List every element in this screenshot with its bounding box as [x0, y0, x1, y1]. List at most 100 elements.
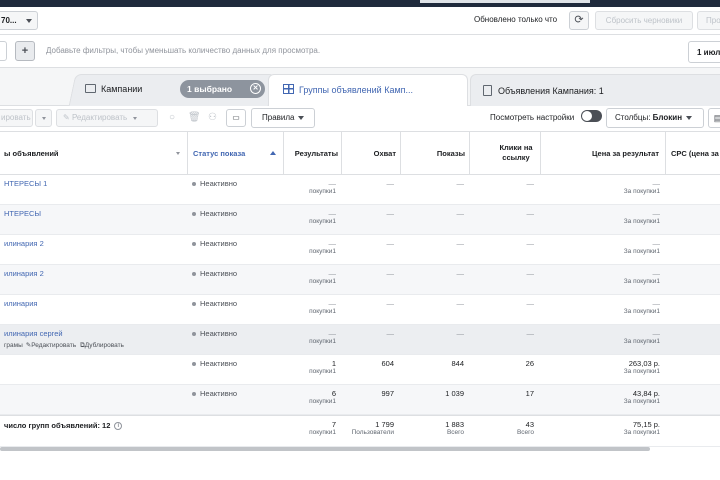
totals-reach-value: 1 799: [375, 420, 394, 429]
results-sub: покупки1: [309, 248, 336, 255]
results-value: —: [328, 299, 337, 308]
impressions-cell: —: [456, 209, 465, 218]
header-link-clicks[interactable]: Клики на ссылку: [496, 131, 536, 175]
results-cell: — покупки1: [284, 239, 336, 255]
cpr-value: 43,84 р.: [632, 389, 660, 398]
results-value: —: [328, 269, 337, 278]
chevron-down-icon: [686, 115, 693, 120]
status-cell: Неактивно: [192, 269, 237, 278]
results-value: 1: [331, 359, 336, 368]
view-settings-toggle[interactable]: [581, 110, 602, 122]
account-selector[interactable]: 70...: [0, 11, 38, 30]
status-cell: Неактивно: [192, 359, 237, 368]
cost-per-result-cell: — За покупки1: [541, 239, 660, 255]
breakdown-icon: ▤: [713, 113, 720, 123]
audience-icon[interactable]: ⚇: [208, 112, 217, 123]
cpr-value: —: [652, 269, 661, 278]
status-text: Неактивно: [200, 359, 238, 368]
results-sub: покупки1: [309, 218, 336, 225]
search-box[interactable]: [0, 41, 7, 61]
preview-icon: ▭: [232, 113, 240, 122]
create-dropdown-button[interactable]: [35, 109, 52, 127]
status-text: Неактивно: [200, 299, 238, 308]
columns-prefix: Столбцы:: [615, 113, 651, 122]
adset-name-link[interactable]: илинария: [4, 299, 38, 308]
clicks-cell: —: [526, 269, 535, 278]
columns-dropdown[interactable]: Столбцы: Блокин: [606, 108, 704, 128]
discard-drafts-button[interactable]: Сбросить черновики: [595, 11, 693, 30]
status-text: Неактивно: [200, 179, 238, 188]
preview-button[interactable]: ▭: [226, 109, 246, 127]
header-name-text: ы объявлений: [4, 148, 59, 158]
adset-name-link[interactable]: НТЕРЕСЫ 1: [4, 179, 47, 188]
view-settings-label: Посмотреть настройки: [490, 113, 575, 122]
filter-placeholder[interactable]: Добавьте фильтры, чтобы уменьшать количе…: [46, 46, 320, 55]
cpr-value: —: [652, 329, 661, 338]
cpr-sub: За покупки1: [623, 308, 660, 315]
edit-link[interactable]: Редактировать: [31, 342, 76, 349]
header-cost-per-result[interactable]: Цена за результат: [542, 131, 659, 175]
impressions-cell: —: [456, 299, 465, 308]
header-cpc[interactable]: CPC (цена за: [671, 131, 720, 175]
clear-selection-icon[interactable]: ✕: [250, 83, 261, 94]
cpr-sub: За покупки1: [623, 248, 660, 255]
tab-adsets-text: Группы объявлений Камп...: [299, 85, 414, 95]
ad-icon: [483, 85, 492, 96]
tab-adsets-label: Группы объявлений Камп...: [283, 83, 413, 95]
totals-cost-per-result: 75,15 р. За покупки1: [541, 420, 660, 436]
rules-button[interactable]: Правила: [251, 108, 315, 128]
tab-campaigns-text: Кампании: [101, 84, 143, 94]
breakdown-button[interactable]: ▤: [708, 108, 720, 128]
chevron-down-icon: [26, 19, 32, 23]
header-status-text: Статус показа: [193, 148, 246, 158]
adset-name-link[interactable]: илинария 2: [4, 239, 44, 248]
header-reach[interactable]: Охват: [342, 131, 396, 175]
edit-button[interactable]: ✎ Редактировать: [56, 109, 158, 127]
updated-status: Обновлено только что: [474, 15, 558, 24]
refresh-button[interactable]: ⟳: [569, 11, 589, 30]
delete-icon[interactable]: 🗑: [188, 112, 201, 123]
totals-reach: 1 799 Пользователи: [342, 420, 394, 436]
status-cell: Неактивно: [192, 179, 237, 188]
cpr-value: —: [652, 179, 661, 188]
results-cell: — покупки1: [284, 329, 336, 345]
info-icon[interactable]: i: [114, 422, 123, 431]
selected-count-pill[interactable]: 1 выбрано ✕: [180, 80, 265, 98]
results-cell: 6 покупки1: [284, 389, 336, 405]
adset-name-link[interactable]: илинария сергей: [4, 329, 63, 338]
duplicate-icon[interactable]: ○: [169, 112, 175, 123]
top-app-bar: [0, 0, 720, 7]
cost-per-result-cell: 43,84 р. За покупки1: [541, 389, 660, 405]
create-button[interactable]: ировать: [0, 109, 33, 127]
header-impressions[interactable]: Показы: [401, 131, 465, 175]
header-status[interactable]: Статус показа: [193, 131, 281, 175]
review-button[interactable]: Про: [697, 11, 720, 30]
results-sub: покупки1: [309, 308, 336, 315]
charts-link[interactable]: грамы: [4, 342, 23, 349]
impressions-cell: 1 039: [445, 389, 464, 398]
header-name[interactable]: ы объявлений: [4, 131, 184, 175]
reach-cell: —: [386, 329, 395, 338]
cpr-value: —: [652, 209, 661, 218]
status-cell: Неактивно: [192, 239, 237, 248]
duplicate-link[interactable]: Дублировать: [85, 342, 124, 349]
totals-results-sub: покупки1: [309, 429, 336, 436]
cpr-sub: За покупки1: [623, 218, 660, 225]
totals-results: 7 покупки1: [284, 420, 336, 436]
reach-cell: —: [386, 269, 395, 278]
results-cell: — покупки1: [284, 179, 336, 195]
add-filter-button[interactable]: +: [15, 41, 35, 61]
adset-name-link[interactable]: НТЕРЕСЫ: [4, 209, 41, 218]
totals-cpr-value: 75,15 р.: [632, 420, 660, 429]
totals-results-value: 7: [331, 420, 336, 429]
totals-clicks-sub: Всего: [516, 429, 534, 436]
impressions-cell: —: [456, 239, 465, 248]
cpr-sub: За покупки1: [623, 278, 660, 285]
header-results[interactable]: Результаты: [283, 131, 338, 175]
date-range-picker[interactable]: 1 июл: [688, 41, 720, 63]
horizontal-scrollbar[interactable]: [0, 447, 650, 451]
sort-ascending-icon: [270, 151, 276, 155]
adset-name-link[interactable]: илинария 2: [4, 269, 44, 278]
rules-label: Правила: [262, 113, 295, 122]
tab-ads-label: Объявления Кампания: 1: [483, 83, 604, 96]
